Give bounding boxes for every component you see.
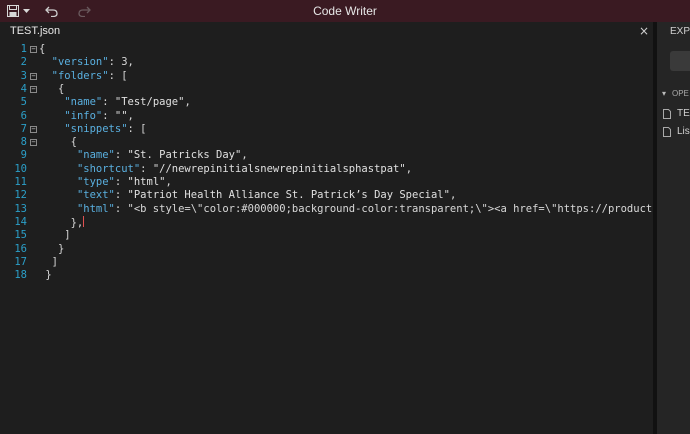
editor-pane: TEST.json × 1 2 3 4 5 6 7 8 9 10 11 12 13 14 15 16 17 18 …	[0, 22, 653, 434]
file-icon	[663, 109, 671, 119]
code-line: "shortcut": "//newrepinitialsnewrepiniti…	[76, 162, 413, 175]
file-name: Lisa	[677, 126, 690, 137]
line-number: 10	[14, 162, 27, 175]
line-number: 6	[20, 109, 27, 122]
fold-toggle-icon[interactable]: −	[30, 139, 37, 147]
line-number: 12	[14, 189, 27, 202]
fold-toggle-icon[interactable]: −	[30, 125, 37, 133]
code-line: "html": "<b style=\"color:#000000;backgr…	[76, 202, 653, 215]
fold-toggle-icon[interactable]: −	[30, 85, 37, 93]
explorer-sidebar: EXPL ▾ OPE TES Lisa	[657, 22, 690, 434]
code-line: "name": "St. Patricks Day",	[76, 149, 248, 162]
explorer-action-button[interactable]	[670, 51, 690, 71]
open-file-item[interactable]: Lisa	[657, 124, 690, 140]
code-line: },	[39, 215, 85, 229]
line-number: 7	[20, 122, 27, 135]
line-number: 8	[20, 136, 27, 149]
line-number: 15	[14, 229, 27, 242]
line-number: 18	[14, 269, 27, 282]
line-number: 17	[14, 255, 27, 268]
file-name: TES	[677, 108, 690, 119]
open-editors-section[interactable]: ▾ OPE	[657, 87, 690, 101]
code-line: "text": "Patriot Health Alliance St. Pat…	[76, 189, 457, 202]
fold-toggle-icon[interactable]: −	[30, 72, 37, 80]
section-label: OPE	[672, 89, 689, 98]
code-line: "type": "html",	[76, 176, 172, 188]
code-line: "info": "",	[64, 109, 134, 122]
explorer-header: EXPL	[657, 22, 690, 41]
line-number: 2	[20, 56, 27, 69]
chevron-down-icon: ▾	[662, 89, 667, 98]
code-line: }	[39, 269, 52, 282]
code-line: ]	[39, 229, 71, 242]
open-file-item[interactable]: TES	[657, 106, 690, 122]
line-number: 11	[14, 176, 27, 188]
line-number: 3	[20, 69, 27, 82]
line-number: 4	[20, 82, 27, 95]
window-title: Code Writer	[313, 4, 377, 18]
code-line: "version": 3,	[51, 56, 134, 69]
code-line: "folders": [	[51, 69, 128, 82]
line-number: 13	[14, 202, 27, 215]
line-number: 9	[20, 149, 27, 162]
code-area[interactable]: −{ "version": 3, − "folders": [− { "name"…	[28, 41, 653, 434]
close-icon[interactable]: ×	[638, 24, 650, 38]
tab-test-json[interactable]: TEST.json	[0, 22, 120, 41]
file-icon	[663, 127, 671, 137]
code-line: }	[39, 242, 65, 255]
line-number: 16	[14, 242, 27, 255]
line-number: 1	[20, 43, 27, 55]
tab-label: TEST.json	[10, 25, 61, 37]
code-line: "snippets": [	[64, 122, 147, 135]
title-bar: Code Writer	[0, 0, 690, 22]
code-line: ]	[39, 255, 58, 268]
line-number: 5	[20, 96, 27, 109]
code-line: {	[39, 82, 65, 95]
explorer-title: EXPL	[670, 26, 690, 37]
code-line: {	[39, 136, 77, 149]
text-cursor	[83, 215, 85, 227]
line-number: 14	[14, 215, 27, 228]
line-number-gutter: 1 2 3 4 5 6 7 8 9 10 11 12 13 14 15 16 17 18	[0, 41, 28, 434]
code-line: {	[39, 43, 46, 55]
fold-toggle-icon[interactable]: −	[30, 46, 37, 53]
tab-bar: TEST.json ×	[0, 22, 653, 41]
code-line: "name": "Test/page",	[64, 96, 191, 109]
